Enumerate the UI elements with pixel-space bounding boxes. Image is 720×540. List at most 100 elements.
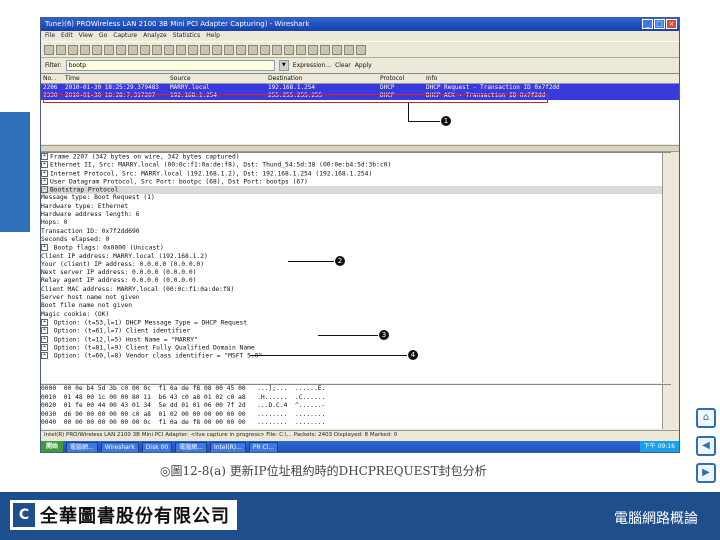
expand-icon[interactable]: + [41, 327, 48, 335]
resize-columns-icon[interactable] [296, 44, 306, 55]
auto-scroll-icon[interactable] [248, 44, 258, 55]
detail-tree-item[interactable]: + Internet Protocol, Src: MARRY.local (19… [41, 169, 671, 178]
detail-tree-item[interactable]: Transaction ID: 0x7f2dd690 [41, 228, 671, 236]
expand-icon[interactable]: + [41, 335, 48, 343]
detail-tree-item[interactable]: Hardware address length: 6 [41, 211, 671, 219]
chevron-down-icon[interactable]: ▼ [278, 59, 289, 71]
go-back-icon[interactable] [176, 44, 186, 55]
close-file-icon[interactable] [128, 44, 138, 55]
capture-filters-icon[interactable] [308, 44, 318, 55]
details-scrollbar[interactable] [662, 153, 671, 383]
pane-splitter[interactable] [41, 145, 679, 152]
expand-icon[interactable]: + [41, 343, 48, 351]
expression-button[interactable]: Expression... [293, 62, 331, 69]
packet-row[interactable]: 2206 2010-01-30 18:25:29.379483 MARRY.lo… [41, 84, 679, 92]
expand-icon[interactable]: + [41, 161, 48, 169]
highlight-box [43, 94, 548, 103]
maximize-icon[interactable]: □ [654, 19, 665, 29]
previous-slide-icon[interactable]: ◀ [696, 436, 716, 456]
menu-statistics[interactable]: Statistics [173, 31, 200, 41]
detail-tree-item[interactable]: Hops: 0 [41, 219, 671, 227]
zoom-in-icon[interactable] [260, 44, 270, 55]
colorize-icon[interactable] [236, 44, 246, 55]
column-header-no[interactable]: No. . [41, 74, 63, 83]
expand-icon[interactable]: + [41, 244, 48, 252]
go-forward-icon[interactable] [188, 44, 198, 55]
detail-tree-item[interactable]: + Bootp flags: 0x0000 (Unicast) [41, 244, 671, 252]
detail-tree-item[interactable]: Message type: Boot Request (1) [41, 194, 671, 202]
display-filters-icon[interactable] [320, 44, 330, 55]
home-icon[interactable]: ⌂ [696, 408, 716, 428]
last-packet-icon[interactable] [224, 44, 234, 55]
clear-button[interactable]: Clear [335, 62, 351, 69]
detail-tree-item[interactable]: + Option: (t=53,l=1) DHCP Message Type =… [41, 318, 671, 327]
open-file-icon[interactable] [104, 44, 114, 55]
start-button[interactable]: 開始 [41, 441, 64, 452]
detail-tree-item[interactable]: Next server IP address: 0.0.0.0 (0.0.0.0… [41, 269, 671, 277]
help-icon[interactable] [356, 44, 366, 55]
zoom-normal-icon[interactable] [284, 44, 294, 55]
bytes-scrollbar[interactable] [662, 385, 671, 429]
taskbar-item[interactable]: Intel(R)... [209, 441, 246, 452]
expand-icon[interactable]: + [41, 153, 48, 160]
expand-icon[interactable]: + [41, 318, 48, 326]
detail-tree-item[interactable]: Boot file name not given [41, 302, 671, 310]
taskbar-item[interactable]: PR Cl... [248, 441, 279, 452]
detail-tree-item[interactable]: + Option: (t=60,l=8) Vendor class identi… [41, 352, 671, 360]
column-header-time[interactable]: Time [63, 74, 168, 83]
expand-icon[interactable]: + [41, 169, 48, 177]
taskbar-item[interactable]: 電腦網... [66, 441, 98, 452]
detail-tree-item[interactable]: + Option: (t=12,l=5) Host Name = "MARRY" [41, 335, 671, 344]
column-header-source[interactable]: Source [168, 74, 266, 83]
column-header-protocol[interactable]: Protocol [378, 74, 424, 83]
minimize-icon[interactable]: _ [642, 19, 653, 29]
detail-tree-item[interactable]: Hardware type: Ethernet [41, 203, 671, 211]
coloring-rules-icon[interactable] [332, 44, 342, 55]
first-packet-icon[interactable] [212, 44, 222, 55]
reload-icon[interactable] [140, 44, 150, 55]
detail-tree-item[interactable]: Client IP address: MARRY.local (192.168.… [41, 253, 671, 261]
taskbar-item[interactable]: Disk 00 [141, 441, 173, 452]
next-slide-icon[interactable]: ▶ [696, 463, 716, 483]
taskbar-item[interactable]: Wireshark [100, 441, 139, 452]
menu-capture[interactable]: Capture [113, 31, 137, 41]
detail-tree-item[interactable]: - Bootstrap Protocol [41, 186, 671, 195]
menu-edit[interactable]: Edit [61, 31, 73, 41]
detail-tree-item[interactable]: + Frame 2207 (342 bytes on wire, 342 byte… [41, 153, 671, 161]
detail-tree-item[interactable]: + User Datagram Protocol, Src Port: bootp… [41, 177, 671, 186]
print-icon[interactable] [152, 44, 162, 55]
detail-tree-item[interactable]: Relay agent IP address: 0.0.0.0 (0.0.0.0… [41, 277, 671, 285]
preferences-icon[interactable] [344, 44, 354, 55]
restart-capture-icon[interactable] [92, 44, 102, 55]
menu-analyze[interactable]: Analyze [143, 31, 167, 41]
save-file-icon[interactable] [116, 44, 126, 55]
interfaces-icon[interactable] [44, 44, 54, 55]
detail-tree-item[interactable]: Magic cookie: (OK) [41, 311, 671, 319]
menu-file[interactable]: File [45, 31, 55, 41]
filter-input[interactable]: bootp [65, 59, 275, 71]
go-to-packet-icon[interactable] [200, 44, 210, 55]
expand-icon[interactable]: + [41, 177, 48, 185]
apply-button[interactable]: Apply [355, 62, 372, 69]
detail-tree-item[interactable]: + Ethernet II, Src: MARRY.local (00:0c:f1… [41, 161, 671, 169]
close-icon[interactable]: × [666, 19, 677, 29]
menu-go[interactable]: Go [99, 31, 107, 41]
zoom-out-icon[interactable] [272, 44, 282, 55]
system-tray-clock: 下午 09:16 [639, 441, 679, 452]
detail-tree-item[interactable]: + Option: (t=81,l=9) Client Fully Qualif… [41, 343, 671, 352]
column-header-info[interactable]: Info [424, 74, 679, 83]
detail-tree-item[interactable]: Client MAC address: MARRY.local (00:0c:f… [41, 286, 671, 294]
collapse-icon[interactable]: - [41, 186, 48, 194]
start-capture-icon[interactable] [68, 44, 78, 55]
detail-tree-item[interactable]: Server host name not given [41, 294, 671, 302]
options-icon[interactable] [56, 44, 66, 55]
detail-tree-item[interactable]: Seconds elapsed: 0 [41, 236, 671, 244]
menu-view[interactable]: View [79, 31, 93, 41]
menu-help[interactable]: Help [206, 31, 220, 41]
column-header-destination[interactable]: Destination [266, 74, 378, 83]
stop-capture-icon[interactable] [80, 44, 90, 55]
find-packet-icon[interactable] [164, 44, 174, 55]
expand-icon[interactable]: + [41, 352, 48, 360]
detail-tree-item[interactable]: Your (client) IP address: 0.0.0.0 (0.0.0… [41, 261, 671, 269]
taskbar-item[interactable]: 電腦網... [175, 441, 207, 452]
